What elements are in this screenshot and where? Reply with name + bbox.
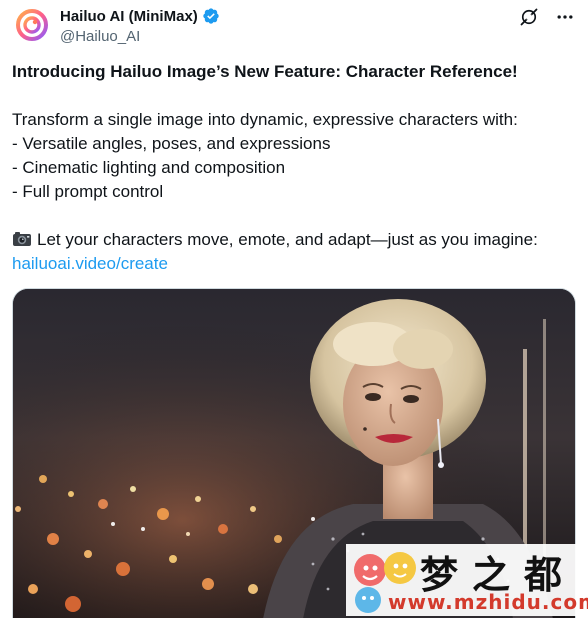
more-options-button[interactable] — [554, 6, 576, 28]
watermark-url: www.mzhidu.com — [388, 590, 588, 614]
post-text: Introducing Hailuo Image’s New Feature: … — [12, 60, 578, 276]
camera-emoji-icon — [13, 232, 31, 246]
more-options-icon — [557, 15, 573, 19]
user-handle[interactable]: @Hailuo_AI — [60, 28, 140, 45]
feature-item: - Versatile angles, poses, and expressio… — [12, 134, 331, 153]
verified-badge-icon — [203, 8, 219, 24]
post-link[interactable]: hailuoai.video/create — [12, 254, 168, 273]
avatar[interactable] — [12, 5, 52, 45]
grok-button[interactable] — [518, 6, 540, 28]
name-row: Hailuo AI (MiniMax) — [60, 7, 220, 25]
feature-item: - Cinematic lighting and composition — [12, 158, 286, 177]
feature-item: - Full prompt control — [12, 182, 164, 201]
grok-icon — [520, 8, 538, 26]
site-watermark: 梦之都 www.mzhidu.com — [346, 544, 588, 616]
display-name[interactable]: Hailuo AI (MiniMax) — [60, 8, 198, 25]
hailuo-logo-icon — [16, 9, 48, 41]
post-header: Hailuo AI (MiniMax) @Hailuo_AI — [12, 4, 576, 48]
post-intro: Transform a single image into dynamic, e… — [12, 110, 518, 129]
header-actions — [518, 6, 576, 28]
post-headline: Introducing Hailuo Image’s New Feature: … — [12, 62, 518, 81]
post-cta: Let your characters move, emote, and ada… — [37, 230, 538, 249]
post-cta-line: Let your characters move, emote, and ada… — [12, 228, 578, 252]
